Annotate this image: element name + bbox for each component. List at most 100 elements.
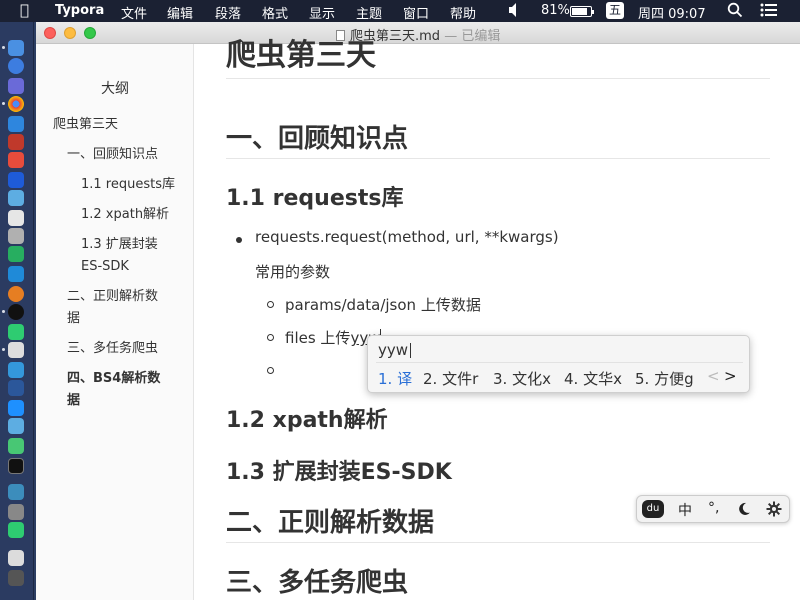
minimize-button[interactable]: [64, 27, 76, 39]
app-dock-icon[interactable]: [8, 418, 24, 434]
ime-candidate-2[interactable]: 2. 文件r: [423, 368, 478, 389]
heading-review[interactable]: 一、回顾知识点: [226, 118, 408, 155]
sub-bullet-marker: [267, 301, 274, 308]
title-bar[interactable]: 爬虫第三天.md — 已编辑: [36, 22, 800, 44]
menu-window[interactable]: 窗口: [403, 3, 429, 22]
app-dock-icon[interactable]: [8, 134, 24, 150]
heading-regex[interactable]: 二、正则解析数据: [226, 502, 434, 539]
menu-theme[interactable]: 主题: [356, 3, 382, 22]
xmind-dock-icon[interactable]: [8, 152, 24, 168]
notification-center-icon[interactable]: [760, 3, 778, 21]
ime-input-value: yyw: [378, 341, 409, 359]
running-indicator: [2, 102, 5, 105]
ime-logo[interactable]: du: [642, 500, 664, 518]
ime-divider: [376, 362, 743, 363]
heading-extend[interactable]: 1.3 扩展封装ES-SDK: [226, 454, 452, 486]
app-dock-icon[interactable]: [8, 210, 24, 226]
running-indicator: [2, 348, 5, 351]
app-dock-icon[interactable]: [8, 78, 24, 94]
volume-icon[interactable]: [508, 2, 522, 22]
app-dock-icon[interactable]: [8, 400, 24, 416]
heading-requests[interactable]: 1.1 requests库: [226, 180, 403, 212]
trash-dock-icon[interactable]: [8, 570, 24, 586]
ime-candidate-4[interactable]: 4. 文华x: [564, 368, 622, 389]
app-dock-icon[interactable]: [8, 362, 24, 378]
app-dock-icon[interactable]: [8, 484, 24, 500]
outline-item-review[interactable]: 一、回顾知识点: [67, 144, 158, 166]
common-params-text[interactable]: 常用的参数: [255, 261, 330, 282]
input-source-indicator[interactable]: 五: [606, 2, 624, 19]
heading-multitask[interactable]: 三、多任务爬虫: [226, 562, 408, 599]
outline-item-bs4[interactable]: 四、BS4解析数: [67, 368, 160, 390]
outline-heading: 大纲: [101, 81, 129, 97]
app-dock-icon[interactable]: [8, 172, 24, 188]
bullet-request-text[interactable]: requests.request(method, url, **kwargs): [255, 228, 559, 246]
zoom-button[interactable]: [84, 27, 96, 39]
outline-item-multitask[interactable]: 三、多任务爬虫: [67, 338, 158, 360]
heading-rule: [226, 542, 770, 543]
safari-dock-icon[interactable]: [8, 58, 24, 74]
app-dock-icon[interactable]: [8, 266, 24, 282]
menu-file[interactable]: 文件: [121, 3, 147, 22]
bullet-marker: [236, 237, 242, 243]
close-button[interactable]: [44, 27, 56, 39]
pycharm-dock-icon[interactable]: [8, 324, 24, 340]
app-dock-icon[interactable]: [8, 190, 24, 206]
menu-view[interactable]: 显示: [309, 3, 335, 22]
outline-item-regex-cont[interactable]: 据: [67, 308, 80, 330]
ime-prev-page-button[interactable]: <: [707, 367, 720, 385]
clock[interactable]: 周四 09:07: [638, 3, 706, 22]
ime-candidate-window: yyw 1. 译 2. 文件r 3. 文化x 4. 文华x 5. 方便g < >: [367, 335, 750, 393]
outline-item-xpath[interactable]: 1.2 xpath解析: [81, 204, 169, 226]
window-title-status: — 已编辑: [444, 29, 501, 44]
finder-dock-icon[interactable]: [8, 40, 24, 56]
outline-item-extend[interactable]: 1.3 扩展封装: [81, 234, 158, 256]
app-dock-icon[interactable]: [8, 228, 24, 244]
spotlight-icon[interactable]: [727, 2, 743, 22]
battery-icon[interactable]: [570, 6, 594, 17]
app-dock-icon[interactable]: [8, 504, 24, 520]
menu-paragraph[interactable]: 段落: [215, 3, 241, 22]
qq-dock-icon[interactable]: [8, 304, 24, 320]
menu-edit[interactable]: 编辑: [167, 3, 193, 22]
app-dock-icon[interactable]: [8, 438, 24, 454]
gear-icon[interactable]: [766, 501, 782, 521]
ime-next-page-button[interactable]: >: [724, 367, 737, 385]
heading-xpath[interactable]: 1.2 xpath解析: [226, 402, 388, 434]
menu-bar:  Typora 文件 编辑 段落 格式 显示 主题 窗口 帮助 81% 五 周…: [0, 0, 800, 22]
outline-item-regex[interactable]: 二、正则解析数: [67, 286, 158, 308]
apple-icon[interactable]: : [20, 1, 29, 19]
outline-item-extend-cont[interactable]: ES-SDK: [81, 256, 129, 278]
files-item-prefix: files 上传: [285, 329, 351, 347]
dock: [0, 22, 34, 600]
chrome-dock-icon[interactable]: [8, 96, 24, 112]
outline-item-doc-title[interactable]: 爬虫第三天: [53, 114, 118, 136]
menu-app-name[interactable]: Typora: [55, 3, 104, 18]
menu-help[interactable]: 帮助: [450, 3, 476, 22]
moon-icon[interactable]: [737, 502, 751, 520]
app-dock-icon[interactable]: [8, 116, 24, 132]
running-indicator: [2, 310, 5, 313]
menu-format[interactable]: 格式: [262, 3, 288, 22]
heading-rule: [226, 158, 770, 159]
ime-input-text: yyw: [378, 341, 412, 359]
app-dock-icon[interactable]: [8, 286, 24, 302]
doc-title-heading[interactable]: 爬虫第三天: [226, 30, 376, 74]
app-dock-icon[interactable]: [8, 522, 24, 538]
typora-dock-icon[interactable]: [8, 342, 24, 358]
app-dock-icon[interactable]: [8, 246, 24, 262]
ime-candidate-3[interactable]: 3. 文化x: [493, 368, 551, 389]
ime-mode-toggle[interactable]: 中: [678, 500, 692, 520]
outline-item-requests[interactable]: 1.1 requests库: [81, 174, 175, 196]
battery-level: [572, 8, 587, 15]
ime-candidate-5[interactable]: 5. 方便g: [635, 368, 694, 389]
ime-toolbar: du 中 °,: [636, 495, 790, 523]
outline-item-bs4-cont[interactable]: 据: [67, 390, 80, 412]
word-dock-icon[interactable]: [8, 380, 24, 396]
battery-percent: 81%: [541, 3, 570, 18]
ime-punctuation-toggle[interactable]: °,: [708, 500, 719, 516]
app-dock-icon[interactable]: [8, 550, 24, 566]
terminal-dock-icon[interactable]: [8, 458, 24, 474]
ime-candidate-1[interactable]: 1. 译: [378, 368, 412, 389]
params-item-text[interactable]: params/data/json 上传数据: [285, 294, 481, 315]
